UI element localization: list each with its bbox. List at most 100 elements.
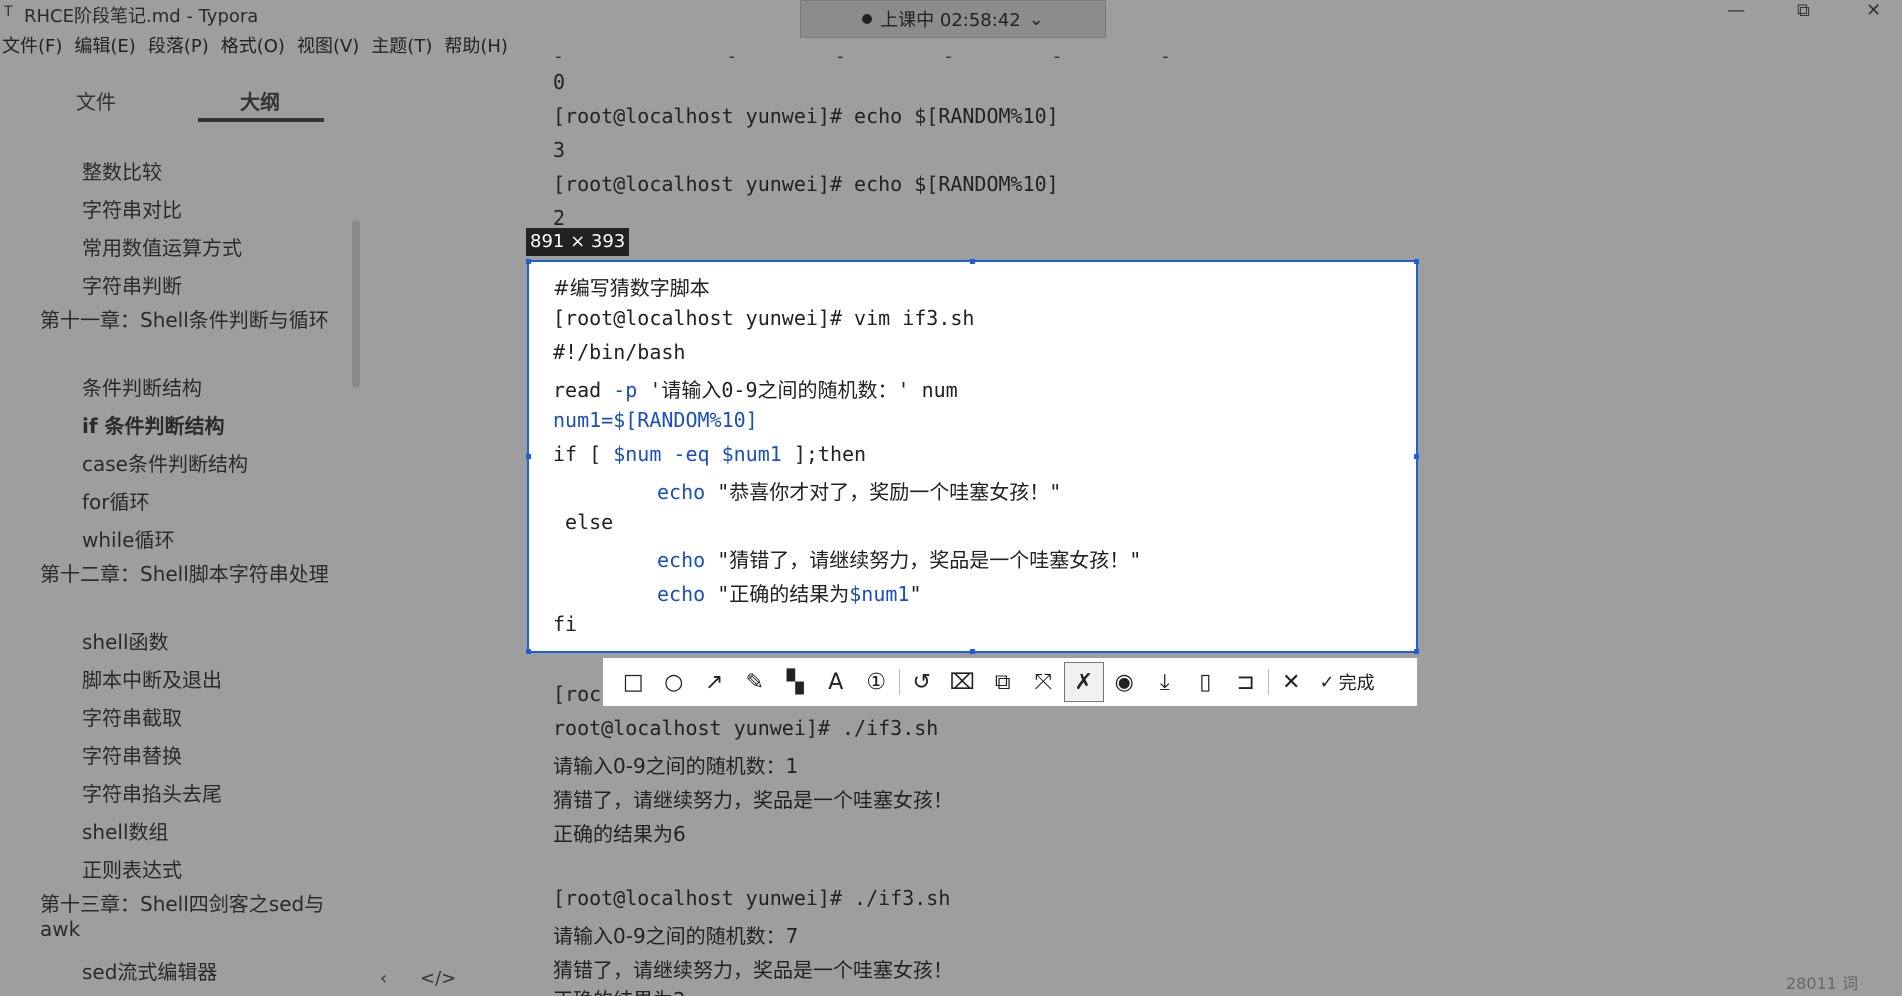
selection-size-label: 891 × 393: [526, 228, 630, 256]
screenshot-toolbar: □ ○ ↗ ✎ ▚ A ① ↺ ⌧ ⧉ ⤧ ✗ ◉ ⤓ ▯ ⊐ ✕ ✓ 完成: [603, 658, 1417, 706]
close-button[interactable]: ✕: [1866, 0, 1881, 21]
outline-item[interactable]: 脚本中断及退出: [82, 664, 222, 693]
resize-handle[interactable]: [970, 649, 975, 654]
code-token: $num1: [849, 582, 910, 606]
code-line: echo "正确的结果为$num1": [657, 578, 922, 607]
screenshot-selection[interactable]: #编写猜数字脚本 [root@localhost yunwei]# vim if…: [526, 259, 1419, 654]
minimize-button[interactable]: —: [1727, 0, 1745, 21]
window-title: RHCE阶段笔记.md - Typora: [24, 6, 259, 27]
output-line: 正确的结果为6: [553, 822, 686, 846]
toolbar-divider: [898, 669, 900, 695]
resize-handle[interactable]: [526, 454, 531, 459]
output-line: 猜错了，请继续努力，奖品是一个哇塞女孩！: [553, 958, 953, 982]
code-token: "猜错了，请继续努力，奖品是一个哇塞女孩！": [705, 548, 1142, 572]
resize-handle[interactable]: [1414, 259, 1419, 264]
code-line: if [ $num -eq $num1 ];then: [553, 442, 866, 466]
menu-format[interactable]: 格式(O): [219, 32, 295, 58]
code-token: read: [553, 378, 614, 402]
resize-handle[interactable]: [970, 259, 975, 264]
maximize-button[interactable]: ⧉: [1797, 0, 1810, 21]
outline-item[interactable]: shell数组: [82, 816, 169, 845]
outline-item[interactable]: 常用数值运算方式: [82, 232, 242, 261]
typora-app-icon: T: [4, 4, 13, 20]
code-line: read -p '请输入0-9之间的随机数：' num: [553, 374, 958, 403]
number-icon[interactable]: ①: [856, 662, 897, 702]
phone-icon[interactable]: ▯: [1185, 662, 1226, 702]
resize-handle[interactable]: [526, 649, 531, 654]
tab-outline[interactable]: 大纲: [240, 86, 280, 115]
close-icon[interactable]: ✕: [1271, 662, 1312, 702]
outline-item[interactable]: while循环: [82, 524, 174, 553]
outline-item[interactable]: 字符串掐头去尾: [82, 778, 222, 807]
ellipse-icon[interactable]: ○: [654, 662, 695, 702]
code-line: echo "恭喜你才对了，奖励一个哇塞女孩！": [657, 476, 1061, 505]
resize-handle[interactable]: [1414, 454, 1419, 459]
translate-icon[interactable]: ⧉: [983, 662, 1024, 702]
outline-item[interactable]: 整数比较: [82, 156, 162, 185]
scroll-capture-icon[interactable]: ⤧: [1023, 662, 1064, 702]
code-comment: #编写猜数字脚本: [553, 276, 710, 300]
code-line: 2: [553, 206, 566, 230]
source-code-icon[interactable]: </>: [420, 968, 456, 989]
outline-item[interactable]: for循环: [82, 486, 150, 515]
mosaic-icon[interactable]: ▚: [775, 662, 816, 702]
outline-item[interactable]: shell函数: [82, 626, 169, 655]
menu-paragraph[interactable]: 段落(P): [146, 32, 219, 58]
menu-file[interactable]: 文件(F): [0, 32, 72, 58]
outline-item[interactable]: 字符串对比: [82, 194, 182, 223]
sidebar: 文件 大纲 整数比较 字符串对比 常用数值运算方式 字符串判断 第十一章：She…: [0, 60, 456, 996]
bookmark-icon[interactable]: ⊐: [1226, 662, 1267, 702]
resize-handle[interactable]: [526, 259, 531, 264]
code-token: "恭喜你才对了，奖励一个哇塞女孩！": [705, 480, 1062, 504]
undo-icon[interactable]: ↺: [902, 662, 943, 702]
code-token: -p: [613, 378, 638, 402]
back-icon[interactable]: ‹: [380, 968, 387, 989]
code-line: echo "猜错了，请继续努力，奖品是一个哇塞女孩！": [657, 544, 1141, 573]
code-line: fi: [553, 612, 578, 636]
download-icon[interactable]: ⤓: [1145, 662, 1186, 702]
word-count: 28011 词: [1786, 974, 1858, 993]
code-line: num1=$[RANDOM%10]: [553, 408, 758, 432]
outline-chapter[interactable]: 第十二章：Shell脚本字符串处理: [40, 562, 330, 587]
tab-files[interactable]: 文件: [76, 86, 116, 115]
menu-theme[interactable]: 主题(T): [369, 32, 442, 58]
pin-icon[interactable]: ✗: [1063, 662, 1104, 702]
output-line: 请输入0-9之间的随机数：7: [553, 924, 799, 948]
sidebar-scrollbar[interactable]: [352, 220, 360, 388]
code-line: 3: [553, 138, 566, 162]
outline-item[interactable]: 字符串判断: [82, 270, 182, 299]
menu-edit[interactable]: 编辑(E): [72, 32, 145, 58]
menu-view[interactable]: 视图(V): [295, 32, 369, 58]
outline-item[interactable]: case条件判断结构: [82, 448, 248, 477]
pencil-icon[interactable]: ✎: [735, 662, 776, 702]
arrow-icon[interactable]: ↗: [694, 662, 735, 702]
record-dot-icon: [862, 14, 873, 24]
outline-chapter[interactable]: 第十三章：Shell四剑客之sed与awk: [40, 892, 330, 942]
toolbar-divider: [1268, 669, 1269, 695]
text-icon[interactable]: A: [816, 662, 857, 702]
code-token: echo: [657, 480, 706, 504]
rectangle-icon[interactable]: □: [613, 662, 654, 702]
outline-item[interactable]: 条件判断结构: [82, 372, 202, 401]
code-token: echo: [657, 582, 706, 606]
outline-item[interactable]: 正则表达式: [82, 854, 182, 883]
recording-indicator[interactable]: 上课中 02:58:42 ⌄: [800, 0, 1106, 38]
active-tab-indicator: [198, 118, 324, 122]
resize-handle[interactable]: [1414, 649, 1419, 654]
record-icon[interactable]: ◉: [1104, 662, 1145, 702]
menu-help[interactable]: 帮助(H): [442, 32, 518, 58]
code-token: "正确的结果为: [705, 582, 850, 606]
outline-item-active[interactable]: if 条件判断结构: [82, 410, 225, 439]
output-line: 猜错了，请继续努力，奖品是一个哇塞女孩！: [553, 788, 953, 812]
ocr-icon[interactable]: ⌧: [942, 662, 983, 702]
outline-item[interactable]: 字符串替换: [82, 740, 182, 769]
output-line: 请输入0-9之间的随机数：1: [553, 754, 799, 778]
code-line: [root@localhost yunwei]# vim if3.sh: [553, 306, 975, 330]
recording-status: 上课中 02:58:42: [880, 10, 1021, 31]
done-button[interactable]: ✓ 完成: [1312, 669, 1383, 695]
outline-chapter[interactable]: 第十一章：Shell条件判断与循环: [40, 308, 330, 333]
outline-item[interactable]: sed流式编辑器: [82, 956, 217, 985]
code-token: '请输入0-9之间的随机数：' num: [637, 378, 958, 402]
outline-item[interactable]: 字符串截取: [82, 702, 182, 731]
code-token: ": [909, 582, 922, 606]
